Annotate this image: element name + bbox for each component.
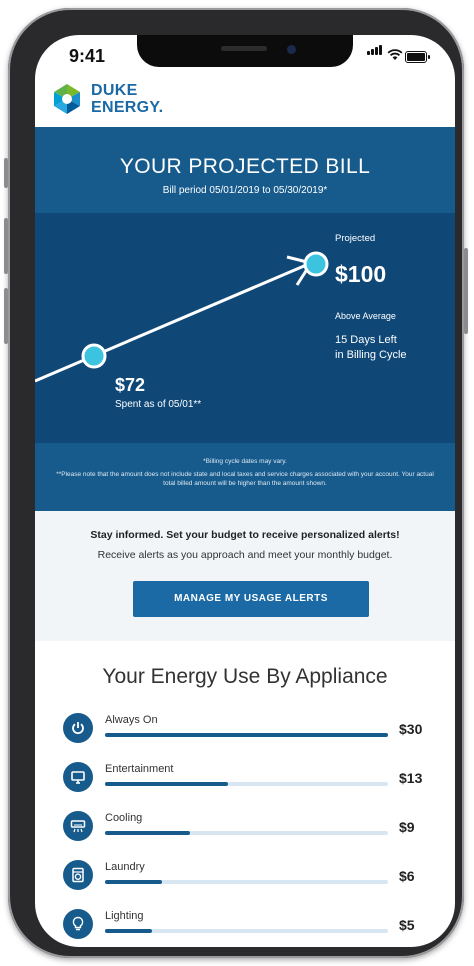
power-icon (63, 713, 93, 743)
phone-frame: 9:41 DUKE ENERGY. YOUR PROJECTED BILL Bi… (4, 8, 468, 958)
side-button-silent (4, 158, 8, 188)
appliance-section-title: Your Energy Use By Appliance (102, 665, 388, 688)
appliance-amount: $13 (399, 770, 423, 786)
status-time: 9:41 (69, 46, 106, 66)
appliance-name: Entertainment (105, 763, 174, 775)
tv-icon (63, 762, 93, 792)
side-button-volume-down (4, 288, 8, 344)
washer-icon (63, 860, 93, 890)
usage-bar-track (105, 831, 388, 835)
usage-bar-fill (105, 782, 228, 786)
days-left-line1: 15 Days Left (335, 334, 397, 346)
projected-marker (303, 251, 329, 277)
bill-period: Bill period 05/01/2019 to 05/30/2019* (162, 185, 328, 196)
usage-bar-track (105, 880, 388, 884)
appliance-amount: $6 (399, 868, 415, 884)
appliance-amount: $30 (399, 721, 423, 737)
usage-bar-track (105, 782, 388, 786)
appliance-name: Cooling (105, 812, 143, 824)
notch (137, 35, 353, 67)
side-button-power (464, 248, 468, 334)
ac-icon (63, 811, 93, 841)
appliance-row[interactable]: Cooling $9 (35, 811, 455, 855)
spent-marker (81, 343, 107, 369)
alerts-headline: Stay informed. Set your budget to receiv… (90, 529, 400, 541)
projection-graphic: Projected $100 Above Average 15 Days Lef… (35, 213, 455, 443)
spent-amount: $72 (115, 375, 146, 395)
usage-bar-fill (105, 929, 153, 933)
footnote-billing-cycle: *Billing cycle dates may vary. (203, 458, 287, 465)
usage-bar-fill (105, 880, 162, 884)
days-left-line2: in Billing Cycle (335, 349, 407, 361)
footnote-taxes: **Please note that the amount does not i… (56, 471, 434, 487)
usage-bar-track (105, 733, 388, 737)
bulb-icon (63, 909, 93, 939)
appliance-row[interactable]: Always On $30 (35, 713, 455, 757)
bill-footnotes: *Billing cycle dates may vary. **Please … (35, 443, 455, 511)
appliance-row[interactable]: Laundry $6 (35, 860, 455, 904)
battery-icon (405, 51, 430, 63)
wifi-icon (387, 48, 403, 65)
alerts-section: Stay informed. Set your budget to receiv… (35, 511, 455, 641)
appliance-name: Always On (105, 714, 158, 726)
projected-label: Projected (335, 233, 376, 244)
speaker-grille (221, 46, 267, 51)
above-average-label: Above Average (335, 311, 396, 321)
appliance-amount: $5 (399, 917, 415, 933)
usage-bar-fill (105, 733, 388, 737)
appliance-row[interactable]: Entertainment $13 (35, 762, 455, 806)
appliance-name: Laundry (105, 861, 145, 873)
side-button-volume-up (4, 218, 8, 274)
manage-usage-alerts-button[interactable]: MANAGE MY USAGE ALERTS (133, 581, 369, 617)
brand-line2: ENERGY. (91, 99, 164, 116)
appliance-row[interactable]: Lighting $5 (35, 909, 455, 947)
duke-energy-logo-icon (54, 84, 80, 114)
appliance-amount: $9 (399, 819, 415, 835)
usage-bar-track (105, 929, 388, 933)
phone-screen: 9:41 DUKE ENERGY. YOUR PROJECTED BILL Bi… (35, 35, 455, 947)
duke-energy-logo[interactable]: DUKE ENERGY. (49, 79, 209, 123)
projection-arrow (35, 251, 329, 383)
projected-bill-title: YOUR PROJECTED BILL (119, 155, 371, 178)
appliance-name: Lighting (105, 910, 144, 922)
projected-bill-header: YOUR PROJECTED BILL Bill period 05/01/20… (35, 127, 455, 213)
projected-amount: $100 (335, 261, 387, 287)
spent-label: Spent as of 05/01** (115, 399, 202, 410)
alerts-subtext: Receive alerts as you approach and meet … (97, 549, 393, 561)
camera-icon (287, 45, 296, 54)
brand-wordmark: DUKE ENERGY. (91, 82, 163, 116)
usage-bar-fill (105, 831, 190, 835)
brand-line1: DUKE (91, 82, 138, 99)
